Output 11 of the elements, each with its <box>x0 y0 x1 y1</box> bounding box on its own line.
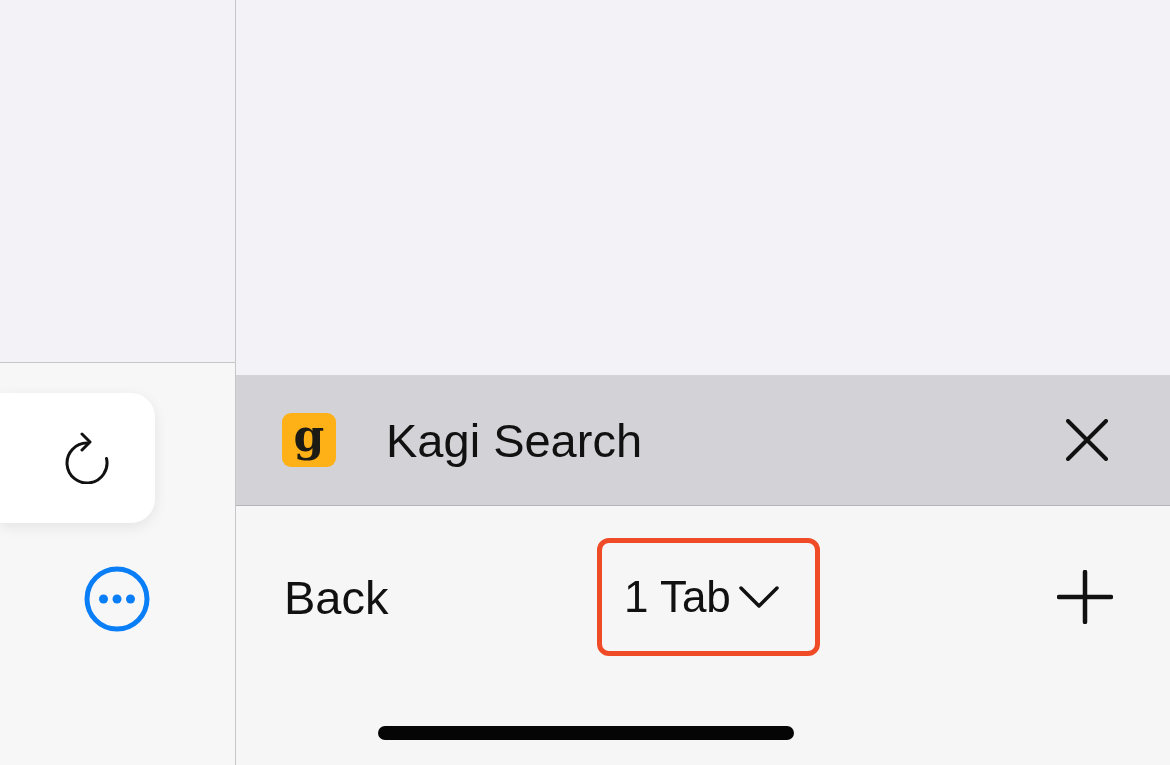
plus-icon[interactable] <box>1057 570 1113 624</box>
open-tab[interactable]: g Kagi Search <box>236 375 1170 506</box>
tab-title: Kagi Search <box>386 412 644 468</box>
site-logo: g <box>282 413 336 467</box>
close-icon[interactable] <box>1066 419 1108 461</box>
reload-button[interactable] <box>0 393 155 523</box>
tab-count-button[interactable]: 1 Tab <box>597 538 820 656</box>
chevron-down-icon <box>738 585 779 609</box>
back-button[interactable]: Back <box>284 569 389 625</box>
more-icon[interactable] <box>84 566 150 632</box>
refresh-icon <box>63 432 111 484</box>
